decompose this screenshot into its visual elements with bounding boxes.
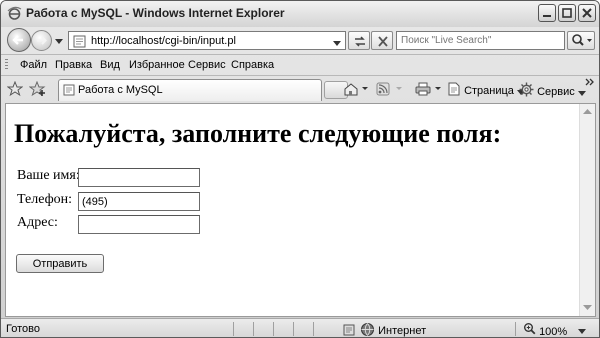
add-favorite-icon[interactable] (28, 80, 47, 100)
address-url[interactable]: http://localhost/cgi-bin/input.pl (91, 35, 236, 47)
page-menu-icon (448, 82, 460, 96)
zoom-icon (524, 323, 536, 335)
maximize-icon (562, 8, 572, 18)
page-heading: Пожалуйста, заполните следующие поля: (14, 119, 502, 148)
status-bar: Готово Интернет 100% (1, 318, 599, 338)
search-icon (572, 34, 592, 46)
submit-button[interactable]: Отправить (16, 254, 104, 273)
page-content: Пожалуйста, заполните следующие поля: Ва… (5, 103, 596, 317)
zoom-control[interactable]: 100% (523, 322, 587, 338)
close-button[interactable] (578, 4, 596, 22)
navigation-bar: http://localhost/cgi-bin/input.pl (1, 27, 599, 53)
name-field[interactable] (78, 168, 200, 187)
stop-button[interactable] (371, 31, 393, 50)
zoom-level: 100% (539, 326, 568, 338)
page-menu-label: Страница (464, 85, 514, 97)
refresh-button[interactable] (348, 31, 370, 50)
search-button[interactable] (567, 31, 595, 50)
home-icon (344, 83, 368, 96)
vertical-scrollbar[interactable] (579, 104, 595, 316)
browser-window: Работа с MySQL - Windows Internet Explor… (0, 0, 600, 338)
menu-item-edit[interactable]: Правка (55, 59, 92, 71)
address-label: Адрес: (17, 215, 58, 230)
printer-icon (415, 82, 441, 96)
stop-icon (378, 36, 388, 47)
phone-field[interactable] (78, 192, 200, 211)
page-menu-button[interactable]: Страница (447, 82, 525, 97)
menu-item-help[interactable]: Справка (231, 59, 274, 71)
forward-button[interactable] (31, 30, 52, 51)
gear-icon (519, 82, 534, 97)
home-button[interactable] (343, 82, 369, 97)
maximize-button[interactable] (558, 4, 576, 22)
close-icon (582, 8, 592, 18)
tab-page-icon (63, 84, 75, 99)
address-field[interactable] (78, 215, 200, 234)
title-bar: Работа с MySQL - Windows Internet Explor… (1, 1, 599, 27)
menu-bar: Файл Правка Вид Избранное Сервис Справка (1, 54, 599, 74)
tools-menu-dropdown-icon (577, 91, 586, 96)
menu-item-favorites[interactable]: Избранное (129, 59, 185, 71)
phone-label: Телефон: (17, 192, 73, 207)
favorites-star-icon[interactable] (6, 80, 24, 100)
tab-label: Работа с MySQL (78, 84, 163, 96)
status-divider (273, 322, 274, 336)
print-button[interactable] (415, 82, 443, 97)
security-zone[interactable]: Интернет (343, 322, 426, 337)
menu-item-view[interactable]: Вид (100, 59, 120, 71)
status-divider (253, 322, 254, 336)
scroll-down-icon[interactable] (583, 305, 592, 311)
globe-icon (361, 323, 375, 336)
minimize-icon (543, 15, 551, 17)
status-divider (313, 322, 314, 336)
zone-label: Интернет (378, 325, 427, 337)
status-divider (293, 322, 294, 336)
search-input[interactable] (397, 32, 564, 49)
menu-grip (5, 59, 8, 71)
back-arrow-icon (12, 35, 23, 45)
menu-item-tools[interactable]: Сервис (188, 59, 226, 71)
status-text: Готово (6, 323, 40, 335)
page-icon (73, 35, 86, 51)
address-dropdown-icon[interactable] (333, 38, 341, 50)
zoom-dropdown-icon (578, 329, 587, 334)
ie-logo-icon (7, 6, 22, 21)
tab-mysql[interactable]: Работа с MySQL (58, 79, 322, 101)
minimize-button[interactable] (538, 4, 556, 22)
tab-bar: Работа с MySQL Страница Сервис (1, 75, 599, 102)
menu-item-file[interactable]: Файл (20, 59, 47, 71)
rss-icon (376, 82, 402, 96)
search-box[interactable] (396, 31, 565, 50)
tools-menu-label: Сервис (537, 86, 575, 98)
address-bar[interactable]: http://localhost/cgi-bin/input.pl (68, 31, 346, 50)
recent-pages-dropdown-icon[interactable] (55, 36, 63, 48)
toolbar-overflow-icon[interactable] (585, 76, 595, 88)
back-button[interactable] (7, 28, 31, 52)
feeds-button[interactable] (376, 82, 404, 97)
refresh-icon (355, 36, 365, 47)
name-label: Ваше имя: (17, 168, 80, 183)
window-title: Работа с MySQL - Windows Internet Explor… (26, 6, 285, 20)
tools-menu-button[interactable]: Сервис (519, 82, 586, 98)
status-divider (233, 322, 234, 336)
protected-mode-icon (343, 324, 355, 336)
forward-arrow-icon (37, 36, 47, 45)
scroll-up-icon[interactable] (583, 109, 592, 115)
status-divider (515, 322, 516, 336)
